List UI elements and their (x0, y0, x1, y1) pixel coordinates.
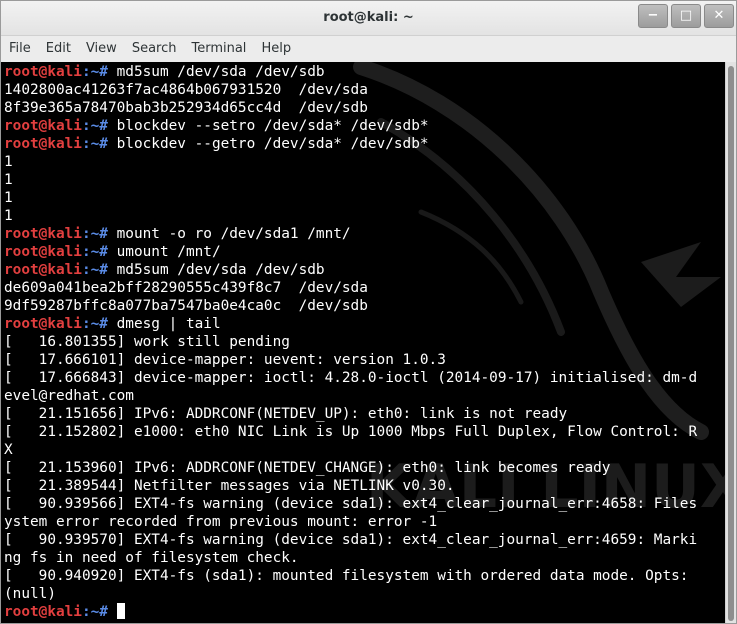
prompt-path: :~# (81, 118, 117, 134)
prompt-user-host: root@kali (4, 604, 82, 620)
terminal-output-line: X (4, 441, 725, 459)
output-text: evel@redhat.com (4, 388, 134, 404)
output-text: [ 21.151656] IPv6: ADDRCONF(NETDEV_UP): … (4, 406, 568, 422)
command-text: blockdev --setro /dev/sda* /dev/sdb* (116, 118, 429, 134)
command-text: dmesg | tail (116, 316, 221, 332)
close-button[interactable]: ✕ (704, 4, 734, 28)
output-text: 1 (4, 154, 13, 170)
output-text: [ 90.939570] EXT4-fs warning (device sda… (4, 532, 698, 548)
prompt-path: :~# (81, 604, 117, 620)
output-text: 1402800ac41263f7ac4864b067931520 /dev/sd… (4, 82, 368, 98)
prompt-path: :~# (81, 64, 117, 80)
output-text: (null) (4, 586, 56, 602)
terminal-command-line: root@kali:~# md5sum /dev/sda /dev/sdb (4, 63, 725, 81)
maximize-button[interactable]: □ (671, 4, 701, 28)
output-text: [ 17.666843] device-mapper: ioctl: 4.28.… (4, 370, 698, 386)
prompt-path: :~# (81, 226, 117, 242)
menu-help[interactable]: Help (255, 36, 297, 61)
terminal-window: root@kali: ~ − □ ✕ File Edit View Search… (0, 0, 737, 624)
output-text: [ 21.152802] e1000: eth0 NIC Link is Up … (4, 424, 698, 440)
terminal-output-line: 1 (4, 207, 725, 225)
prompt-path: :~# (81, 244, 117, 260)
output-text: 8f39e365a78470bab3b252934d65cc4d /dev/sd… (4, 100, 368, 116)
terminal-output-line: [ 21.152802] e1000: eth0 NIC Link is Up … (4, 423, 725, 441)
terminal-output-line: 1 (4, 189, 725, 207)
menu-terminal[interactable]: Terminal (185, 36, 252, 61)
output-text: [ 90.940920] EXT4-fs (sda1): mounted fil… (4, 568, 689, 584)
prompt-user-host: root@kali (4, 64, 82, 80)
prompt-user-host: root@kali (4, 136, 82, 152)
command-text: md5sum /dev/sda /dev/sdb (116, 262, 325, 278)
terminal-output-line: (null) (4, 585, 725, 603)
menu-file[interactable]: File (3, 36, 37, 61)
prompt-user-host: root@kali (4, 226, 82, 242)
terminal-command-line: root@kali:~# dmesg | tail (4, 315, 725, 333)
terminal-command-line: root@kali:~# (4, 603, 725, 621)
minimize-button[interactable]: − (638, 4, 668, 28)
terminal-command-line: root@kali:~# blockdev --getro /dev/sda* … (4, 135, 725, 153)
title-bar[interactable]: root@kali: ~ − □ ✕ (1, 1, 736, 36)
terminal-output-line: [ 21.151656] IPv6: ADDRCONF(NETDEV_UP): … (4, 405, 725, 423)
terminal-output-line: ng fs in need of filesystem check. (4, 549, 725, 567)
command-text: blockdev --getro /dev/sda* /dev/sdb* (116, 136, 429, 152)
output-text: 9df59287bffc8a077ba7547ba0e4ca0c /dev/sd… (4, 298, 368, 314)
output-text: [ 21.389544] Netfilter messages via NETL… (4, 478, 455, 494)
output-text: X (4, 442, 13, 458)
terminal-output-line: [ 21.153960] IPv6: ADDRCONF(NETDEV_CHANG… (4, 459, 725, 477)
scrollbar-thumb[interactable] (728, 66, 734, 621)
text-cursor (116, 603, 125, 619)
window-controls: − □ ✕ (635, 4, 734, 28)
prompt-user-host: root@kali (4, 244, 82, 260)
terminal-output-line: [ 21.389544] Netfilter messages via NETL… (4, 477, 725, 495)
terminal-output-line: [ 90.939570] EXT4-fs warning (device sda… (4, 531, 725, 549)
output-text: [ 90.939566] EXT4-fs warning (device sda… (4, 496, 698, 512)
terminal-command-line: root@kali:~# mount -o ro /dev/sda1 /mnt/ (4, 225, 725, 243)
menu-search[interactable]: Search (126, 36, 183, 61)
prompt-path: :~# (81, 262, 117, 278)
terminal-output-line: [ 17.666843] device-mapper: ioctl: 4.28.… (4, 369, 725, 387)
terminal-output-line: [ 17.666101] device-mapper: uevent: vers… (4, 351, 725, 369)
terminal-output-line: evel@redhat.com (4, 387, 725, 405)
prompt-user-host: root@kali (4, 118, 82, 134)
terminal-output-line: ystem error recorded from previous mount… (4, 513, 725, 531)
prompt-path: :~# (81, 316, 117, 332)
terminal-output-line: [ 16.801355] work still pending (4, 333, 725, 351)
command-text: umount /mnt/ (116, 244, 221, 260)
output-text: [ 17.666101] device-mapper: uevent: vers… (4, 352, 446, 368)
menu-view[interactable]: View (80, 36, 123, 61)
output-text: de609a041bea2bff28290555c439f8c7 /dev/sd… (4, 280, 368, 296)
command-text: md5sum /dev/sda /dev/sdb (116, 64, 325, 80)
terminal-output-line: 9df59287bffc8a077ba7547ba0e4ca0c /dev/sd… (4, 297, 725, 315)
terminal-output-line: de609a041bea2bff28290555c439f8c7 /dev/sd… (4, 279, 725, 297)
menu-edit[interactable]: Edit (40, 36, 77, 61)
terminal-output-line: 1 (4, 171, 725, 189)
terminal-output-line: 1402800ac41263f7ac4864b067931520 /dev/sd… (4, 81, 725, 99)
terminal-lines: root@kali:~# md5sum /dev/sda /dev/sdb 140… (4, 63, 725, 621)
command-text: mount -o ro /dev/sda1 /mnt/ (116, 226, 351, 242)
prompt-path: :~# (81, 136, 117, 152)
terminal-output-line: [ 90.940920] EXT4-fs (sda1): mounted fil… (4, 567, 725, 585)
terminal-command-line: root@kali:~# umount /mnt/ (4, 243, 725, 261)
prompt-user-host: root@kali (4, 316, 82, 332)
prompt-user-host: root@kali (4, 262, 82, 278)
output-text: 1 (4, 208, 13, 224)
terminal-output-line: [ 90.939566] EXT4-fs warning (device sda… (4, 495, 725, 513)
terminal-output-area[interactable]: KALI LINUX root@kali:~# md5sum /dev/sda … (1, 62, 725, 623)
output-text: [ 21.153960] IPv6: ADDRCONF(NETDEV_CHANG… (4, 460, 611, 476)
window-title: root@kali: ~ (323, 10, 414, 25)
terminal-output-line: 8f39e365a78470bab3b252934d65cc4d /dev/sd… (4, 99, 725, 117)
terminal-command-line: root@kali:~# blockdev --setro /dev/sda* … (4, 117, 725, 135)
terminal-scrollbar[interactable] (725, 62, 736, 623)
output-text: [ 16.801355] work still pending (4, 334, 290, 350)
output-text: 1 (4, 190, 13, 206)
menu-bar: File Edit View Search Terminal Help (1, 36, 736, 61)
output-text: 1 (4, 172, 13, 188)
terminal-command-line: root@kali:~# md5sum /dev/sda /dev/sdb (4, 261, 725, 279)
terminal-output-line: 1 (4, 153, 725, 171)
output-text: ng fs in need of filesystem check. (4, 550, 299, 566)
output-text: ystem error recorded from previous mount… (4, 514, 438, 530)
